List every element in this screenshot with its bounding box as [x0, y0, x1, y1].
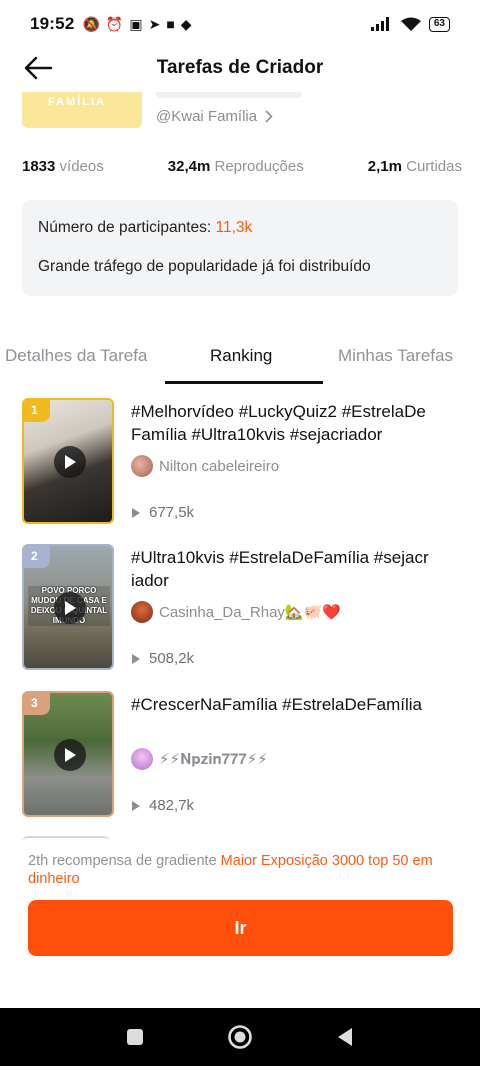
stat-videos: 1833 vídeos — [22, 158, 104, 175]
notification-icons: 🔕 ⏰ ▣ ➤ ■ ◆ — [82, 17, 191, 31]
topic-cover: FAMÍLIA — [22, 92, 142, 128]
video-thumbnail[interactable]: 1 — [22, 398, 114, 524]
video-views: 482,7k — [131, 797, 194, 814]
participants-count: 11,3k — [215, 219, 253, 236]
home-button[interactable] — [227, 1024, 253, 1050]
author-name: ⚡⚡𝐍𝐩𝐳𝐢𝐧𝟕𝟕𝟕⚡⚡ — [159, 751, 268, 768]
stat-videos-value: 1833 — [22, 158, 56, 175]
page-title: Tarefas de Criador — [156, 57, 324, 78]
ranking-item-1[interactable]: 1 #Melhorvídeo #LuckyQuiz2 #EstrelaDe Fa… — [22, 396, 462, 526]
play-icon — [54, 446, 86, 478]
author-name: Nilton cabeleireiro — [159, 457, 280, 475]
back-nav-button[interactable] — [332, 1024, 358, 1050]
square-icon — [127, 1029, 143, 1045]
circle-icon — [228, 1025, 252, 1049]
video-views: 677,5k — [131, 504, 194, 521]
go-button[interactable]: Ir — [28, 900, 453, 956]
page-header: Tarefas de Criador — [0, 48, 480, 88]
play-icon — [54, 739, 86, 771]
author-avatar — [131, 748, 153, 770]
view-count: 677,5k — [149, 504, 195, 521]
play-count-icon — [132, 507, 140, 518]
video-author[interactable]: Nilton cabeleireiro — [131, 455, 279, 477]
chevron-right-icon — [265, 110, 273, 123]
video-author[interactable]: Casinha_Da_Rhay🏡🐖❤️ — [131, 601, 341, 623]
stat-plays-label: Reproduções — [214, 158, 304, 175]
next-thumbnail-edge — [22, 836, 110, 842]
video-thumbnail[interactable]: 3 — [22, 691, 114, 817]
author-avatar — [131, 455, 153, 477]
video-thumbnail[interactable]: 2 POVO PORCO MUDOU DE CASA E DEIXOU O QU… — [22, 544, 114, 670]
telegram-icon: ➤ — [148, 16, 161, 32]
stat-likes-value: 2,1m — [367, 158, 402, 175]
video-icon: ■ — [166, 16, 175, 32]
stat-likes: 2,1m Curtidas — [368, 158, 462, 175]
topic-cover-text: FAMÍLIA — [48, 96, 106, 108]
arrow-left-icon — [24, 56, 53, 80]
alarm-icon: ⏰ — [105, 16, 124, 32]
topic-handle-link[interactable]: @Kwai Família — [156, 108, 273, 125]
view-count: 482,7k — [149, 797, 195, 814]
reward-prefix: 2th recompensa de gradiente — [28, 853, 217, 869]
video-views: 508,2k — [131, 650, 194, 667]
game-icon: ◆ — [180, 16, 192, 32]
stat-plays-value: 32,4m — [167, 158, 211, 175]
system-nav-bar — [0, 1008, 480, 1066]
mute-icon: 🔕 — [82, 16, 100, 32]
back-button[interactable] — [20, 52, 56, 84]
video-title[interactable]: #Ultra10kvis #EstrelaDeFamília #sejacr i… — [131, 546, 459, 592]
topic-handle: @Kwai Família — [156, 108, 258, 125]
status-bar: 19:52 🔕 ⏰ ▣ ➤ ■ ◆ 63 — [0, 0, 480, 48]
rank-badge: 1 — [24, 400, 50, 422]
status-time: 19:52 — [30, 14, 75, 33]
tab-my-tasks[interactable]: Minhas Tarefas — [338, 346, 453, 366]
signal-icon — [370, 17, 389, 31]
participants-card: Número de participantes: 11,3k Grande tr… — [22, 200, 458, 296]
rank-badge: 2 — [24, 546, 50, 568]
view-count: 508,2k — [149, 650, 195, 667]
tab-task-details[interactable]: Detalhes da Tarefa — [5, 346, 147, 366]
participants-row: Número de participantes: 11,3k — [38, 218, 442, 238]
reward-description: 2th recompensa de gradiente Maior Exposi… — [28, 852, 458, 888]
active-tab-indicator — [165, 381, 323, 384]
tab-ranking[interactable]: Ranking — [210, 346, 272, 366]
stat-videos-label: vídeos — [59, 158, 104, 175]
ranking-item-2[interactable]: 2 POVO PORCO MUDOU DE CASA E DEIXOU O QU… — [22, 542, 462, 672]
video-title[interactable]: #Melhorvídeo #LuckyQuiz2 #EstrelaDe Famí… — [131, 400, 459, 446]
traffic-status: Grande tráfego de popularidade já foi di… — [38, 258, 371, 275]
nfc-icon: ▣ — [129, 16, 143, 32]
stat-likes-label: Curtidas — [406, 158, 462, 175]
author-name: Casinha_Da_Rhay🏡🐖❤️ — [159, 604, 341, 621]
tab-bar: Detalhes da Tarefa Ranking Minhas Tarefa… — [0, 340, 480, 384]
rank-badge: 3 — [24, 693, 50, 715]
system-icons: 63 — [370, 16, 450, 32]
play-count-icon — [132, 800, 140, 811]
triangle-back-icon — [338, 1028, 352, 1046]
wifi-icon — [400, 17, 421, 31]
recent-apps-button[interactable] — [122, 1024, 148, 1050]
author-avatar — [131, 601, 153, 623]
participants-label: Número de participantes: — [38, 219, 212, 236]
play-icon — [54, 592, 86, 624]
topic-stats: 1833 vídeos 32,4m Reproduções 2,1m Curti… — [22, 158, 462, 175]
video-title[interactable]: #CrescerNaFamília #EstrelaDeFamília — [131, 693, 459, 716]
battery-icon: 63 — [428, 16, 450, 32]
play-count-icon — [132, 653, 140, 664]
stat-plays: 32,4m Reproduções — [168, 158, 304, 175]
ranking-item-3[interactable]: 3 #CrescerNaFamília #EstrelaDeFamília ⚡⚡… — [22, 689, 462, 819]
video-author[interactable]: ⚡⚡𝐍𝐩𝐳𝐢𝐧𝟕𝟕𝟕⚡⚡ — [131, 748, 268, 770]
topic-title-placeholder — [156, 92, 302, 98]
